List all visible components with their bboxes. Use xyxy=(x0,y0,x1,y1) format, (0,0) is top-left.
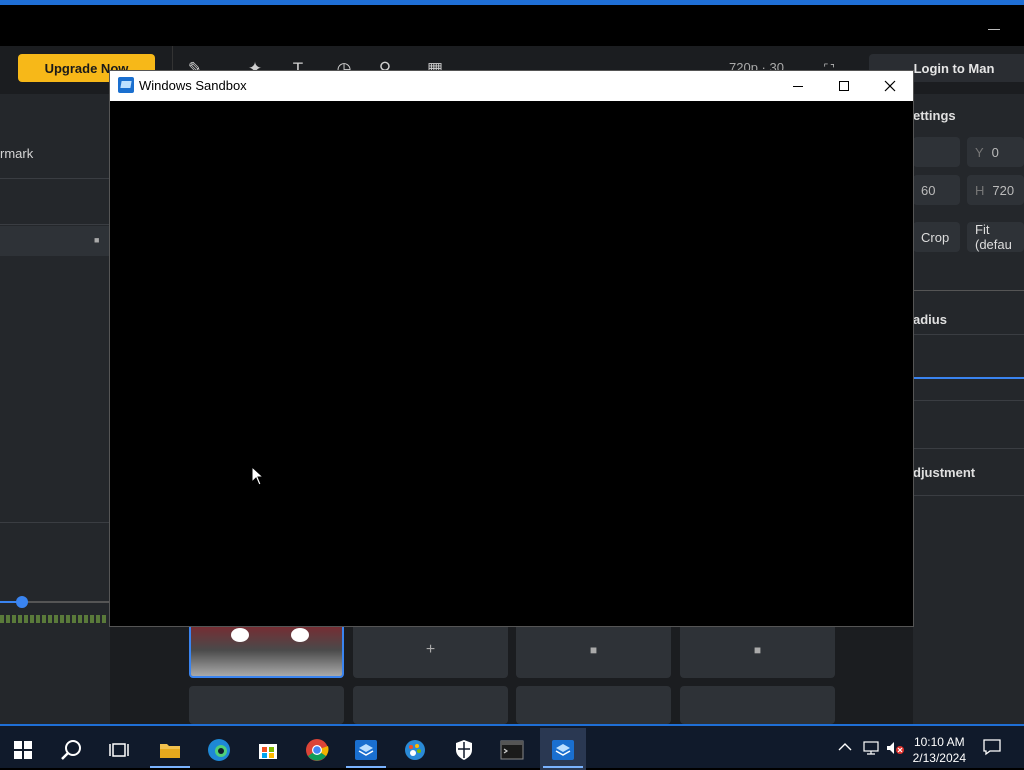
sandbox-icon xyxy=(355,740,377,760)
thumbnail-eye xyxy=(231,628,249,642)
network-icon[interactable] xyxy=(862,740,880,759)
divider xyxy=(913,448,1024,449)
task-view-button[interactable] xyxy=(99,732,139,768)
thumbnail-eye xyxy=(291,628,309,642)
divider xyxy=(913,495,1024,496)
radius-label: adius xyxy=(913,312,947,327)
audio-level-meter xyxy=(0,615,110,623)
paint-button[interactable] xyxy=(395,732,435,768)
divider xyxy=(0,224,110,225)
store-button[interactable] xyxy=(248,732,288,768)
file-explorer-icon xyxy=(160,744,180,758)
close-button[interactable] xyxy=(867,71,913,101)
maximize-button[interactable] xyxy=(821,71,867,101)
system-clock[interactable]: 10:10 AM 2/13/2024 xyxy=(913,734,966,766)
lock-icon: ■ xyxy=(753,643,762,657)
settings-heading: ettings xyxy=(913,108,956,123)
chrome-button[interactable] xyxy=(297,732,337,768)
terminal-button[interactable] xyxy=(492,732,532,768)
sandbox-icon xyxy=(552,740,574,760)
search-icon xyxy=(61,740,81,760)
add-scene-button[interactable]: + xyxy=(353,622,508,678)
divider xyxy=(913,400,1024,401)
watermark-item[interactable]: rmark xyxy=(0,146,33,161)
scene-slot[interactable] xyxy=(189,686,344,724)
scene-thumbnail-selected[interactable] xyxy=(189,622,344,678)
y-field[interactable]: Y0 xyxy=(967,137,1024,167)
clock-date: 2/13/2024 xyxy=(912,751,966,765)
lock-icon: ■ xyxy=(589,643,598,657)
divider xyxy=(0,178,110,179)
fit-mode-select[interactable]: Fit (defau xyxy=(967,222,1024,252)
security-icon xyxy=(456,740,472,760)
notifications-button[interactable] xyxy=(982,738,1002,759)
mouse-cursor-icon xyxy=(251,466,263,486)
taskbar: 10:10 AM 2/13/2024 xyxy=(0,724,1024,770)
sandbox-window-taskbar-button[interactable] xyxy=(543,732,583,768)
x-field[interactable] xyxy=(913,137,960,167)
crop-button[interactable]: Crop xyxy=(913,222,960,252)
scene-slot[interactable] xyxy=(680,686,835,724)
terminal-icon xyxy=(500,740,524,760)
close-icon xyxy=(884,80,896,92)
search-button[interactable] xyxy=(51,732,91,768)
file-explorer-button[interactable] xyxy=(150,732,190,768)
divider xyxy=(913,334,1024,335)
sandbox-content-area[interactable] xyxy=(110,101,913,626)
chrome-icon xyxy=(306,739,329,761)
edge-icon xyxy=(208,739,230,761)
sandbox-title-bar[interactable]: Windows Sandbox xyxy=(110,71,913,101)
locked-scene-slot[interactable]: ■ xyxy=(680,622,835,678)
start-icon xyxy=(14,741,32,759)
task-view-icon xyxy=(109,743,129,757)
volume-slider-handle[interactable] xyxy=(16,596,28,608)
paint-icon xyxy=(405,740,425,760)
lock-icon[interactable]: ■ xyxy=(94,235,104,245)
edge-button[interactable] xyxy=(199,732,239,768)
windows-security-button[interactable] xyxy=(444,732,484,768)
store-icon xyxy=(259,744,277,759)
notification-icon xyxy=(983,739,1001,756)
scene-slot[interactable] xyxy=(516,686,671,724)
adjustment-label: djustment xyxy=(913,465,976,480)
w-field[interactable]: 60 xyxy=(913,175,960,205)
show-hidden-icons-chevron-icon[interactable] xyxy=(838,740,852,755)
sandbox-app-icon xyxy=(118,77,134,93)
minimize-icon xyxy=(793,85,803,87)
windows-sandbox-window[interactable]: Windows Sandbox xyxy=(110,71,913,626)
app-minimize-icon[interactable] xyxy=(988,22,1002,36)
start-button[interactable] xyxy=(3,732,43,768)
volume-muted-icon[interactable] xyxy=(885,740,905,759)
locked-scene-slot[interactable]: ■ xyxy=(516,622,671,678)
left-panel xyxy=(0,94,110,724)
maximize-icon xyxy=(839,81,849,91)
divider xyxy=(0,522,110,523)
app-title-bar xyxy=(0,5,1024,46)
window-title: Windows Sandbox xyxy=(139,78,247,93)
minimize-button[interactable] xyxy=(775,71,821,101)
clock-time: 10:10 AM xyxy=(913,735,965,749)
h-field[interactable]: H 720 xyxy=(967,175,1024,205)
divider xyxy=(913,290,1024,291)
sandbox-taskbar-button[interactable] xyxy=(346,732,386,768)
scene-slot[interactable] xyxy=(353,686,508,724)
radius-slider[interactable] xyxy=(913,377,1024,379)
